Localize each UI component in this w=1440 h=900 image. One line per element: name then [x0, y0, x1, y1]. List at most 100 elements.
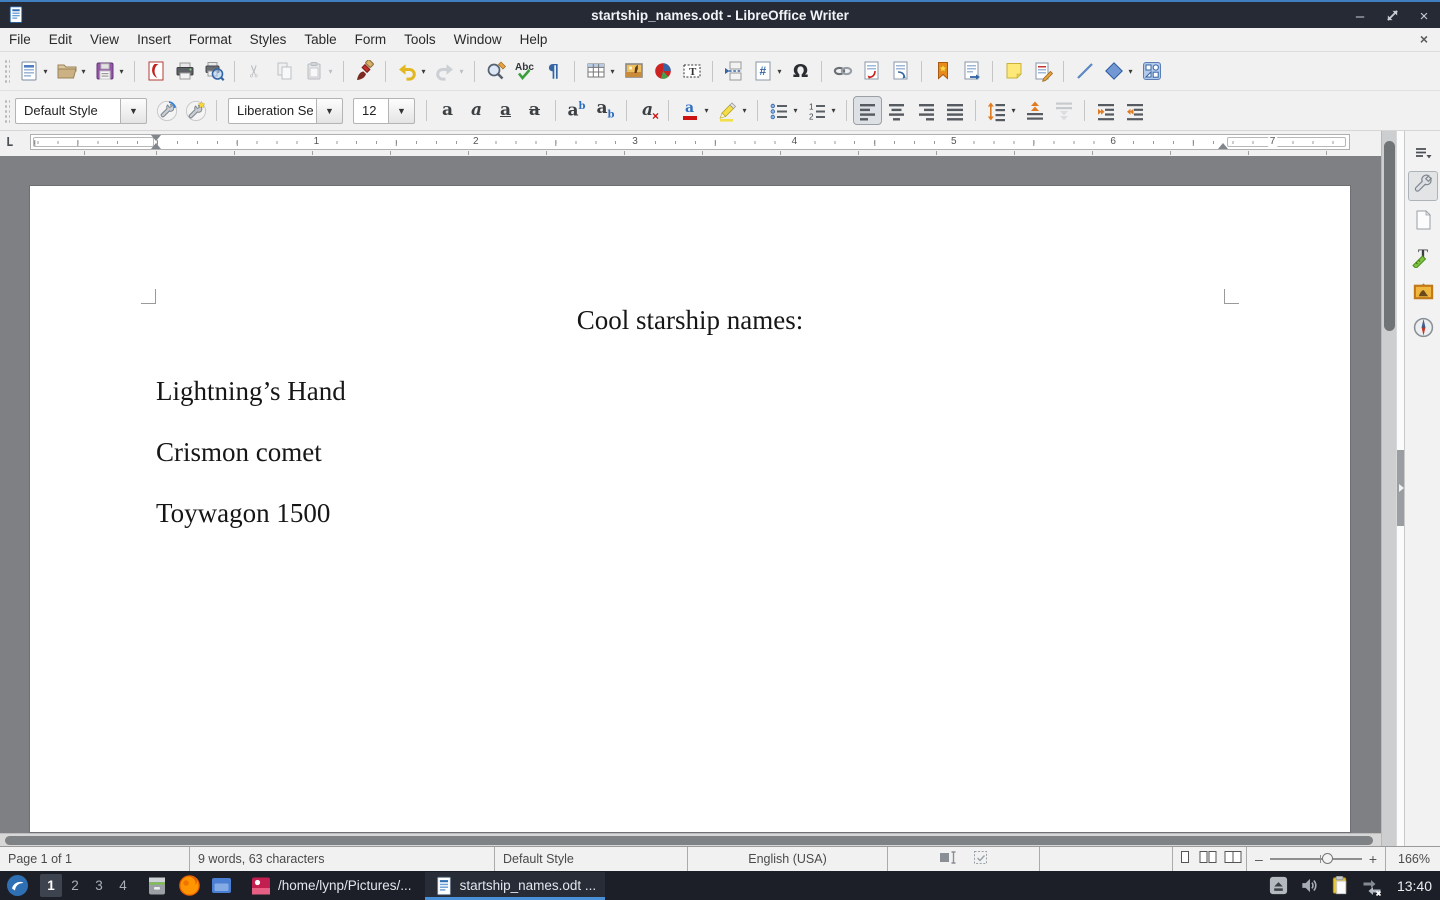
- menu-item-edit[interactable]: Edit: [40, 28, 81, 51]
- applications-menu-icon[interactable]: [4, 874, 30, 898]
- insert-textbox-button[interactable]: T: [678, 58, 705, 85]
- left-indent-marker[interactable]: [151, 143, 161, 149]
- cut-button[interactable]: ✂: [242, 58, 269, 85]
- zoom-slider-handle[interactable]: [1322, 853, 1333, 864]
- clock[interactable]: 13:40: [1397, 878, 1432, 894]
- basic-shapes-button[interactable]: ▾: [1100, 58, 1136, 85]
- ordered-list-button[interactable]: 12▾: [803, 97, 839, 124]
- copy-button[interactable]: [271, 58, 298, 85]
- tab-stop-selector[interactable]: L: [6, 135, 13, 149]
- zoom-slider[interactable]: [1270, 858, 1362, 860]
- right-indent-marker[interactable]: [1218, 143, 1228, 149]
- horizontal-scrollbar[interactable]: [0, 833, 1381, 846]
- subscript-button[interactable]: ab: [592, 97, 619, 124]
- menu-item-window[interactable]: Window: [445, 28, 511, 51]
- chevron-down-icon[interactable]: ▼: [316, 98, 343, 124]
- highlight-color-button[interactable]: ▾: [714, 97, 750, 124]
- export-pdf-button[interactable]: [142, 58, 169, 85]
- toolbar-grip[interactable]: [3, 58, 10, 84]
- paste-button[interactable]: ▾: [300, 58, 336, 85]
- document-heading[interactable]: Cool starship names:: [156, 304, 1224, 337]
- minimize-icon[interactable]: –: [1352, 9, 1368, 25]
- bookmark-button[interactable]: [929, 58, 956, 85]
- page-number-status[interactable]: Page 1 of 1: [0, 847, 190, 871]
- document-content[interactable]: Cool starship names: Lightning’s Hand Cri…: [156, 304, 1224, 558]
- print-preview-button[interactable]: [200, 58, 227, 85]
- insert-table-button[interactable]: ▾: [582, 58, 618, 85]
- sidebar-tab-gallery[interactable]: [1409, 280, 1437, 308]
- chevron-down-icon[interactable]: ▾: [117, 67, 126, 76]
- bold-button[interactable]: a: [434, 97, 461, 124]
- zoom-in-icon[interactable]: +: [1369, 851, 1377, 867]
- chevron-down-icon[interactable]: ▼: [120, 98, 147, 124]
- italic-button[interactable]: a: [463, 97, 490, 124]
- sidebar-tab-page[interactable]: [1409, 208, 1437, 236]
- horizontal-ruler[interactable]: 1234567: [30, 134, 1350, 150]
- save-button[interactable]: ▾: [91, 58, 127, 85]
- menu-item-file[interactable]: File: [0, 28, 40, 51]
- redo-button[interactable]: ▾: [431, 58, 467, 85]
- hyperlink-button[interactable]: [829, 58, 856, 85]
- menu-item-styles[interactable]: Styles: [241, 28, 296, 51]
- chevron-down-icon[interactable]: ▾: [326, 67, 335, 76]
- formatting-marks-button[interactable]: ¶: [540, 58, 567, 85]
- menu-item-help[interactable]: Help: [511, 28, 557, 51]
- paragraph-style-value[interactable]: Default Style: [15, 98, 120, 124]
- taskbar-window-button[interactable]: startship_names.odt ...: [425, 872, 606, 899]
- menu-item-insert[interactable]: Insert: [128, 28, 180, 51]
- chevron-down-icon[interactable]: ▾: [1009, 106, 1018, 115]
- align-right-button[interactable]: [912, 97, 939, 124]
- clone-formatting-button[interactable]: [351, 58, 378, 85]
- line-spacing-button[interactable]: ▾: [983, 97, 1019, 124]
- language-status[interactable]: English (USA): [688, 847, 888, 871]
- zoom-level[interactable]: 166%: [1386, 847, 1440, 871]
- chevron-down-icon[interactable]: ▾: [829, 106, 838, 115]
- chevron-down-icon[interactable]: ▾: [608, 67, 617, 76]
- insert-field-button[interactable]: #▾: [749, 58, 785, 85]
- font-name-combo[interactable]: Liberation Se▼: [228, 98, 343, 124]
- sidebar-tab-sidebar-settings[interactable]: [1409, 141, 1437, 169]
- page-break-button[interactable]: [720, 58, 747, 85]
- track-changes-button[interactable]: [1029, 58, 1056, 85]
- chevron-down-icon[interactable]: ▾: [740, 106, 749, 115]
- print-button[interactable]: [171, 58, 198, 85]
- sidebar-tab-navigator[interactable]: [1409, 316, 1437, 344]
- view-multi-icon[interactable]: [1198, 850, 1218, 868]
- chevron-down-icon[interactable]: ▾: [1126, 67, 1135, 76]
- font-size-value[interactable]: 12: [353, 98, 388, 124]
- close-document-icon[interactable]: ×: [1420, 31, 1428, 47]
- file-manager-icon[interactable]: [208, 874, 234, 898]
- new-style-button[interactable]: [182, 97, 209, 124]
- view-single-icon[interactable]: [1177, 850, 1193, 868]
- firefox-icon[interactable]: [176, 874, 202, 898]
- workspace-4[interactable]: 4: [112, 874, 134, 897]
- first-line-indent-marker[interactable]: [151, 135, 161, 141]
- vertical-scrollbar-thumb[interactable]: [1384, 141, 1395, 331]
- vertical-scrollbar[interactable]: [1381, 131, 1396, 846]
- insert-image-button[interactable]: [620, 58, 647, 85]
- taskbar-window-button[interactable]: /home/lynp/Pictures/...: [241, 872, 421, 899]
- workspace-1[interactable]: 1: [40, 874, 62, 897]
- workspace-3[interactable]: 3: [88, 874, 110, 897]
- workspace-2[interactable]: 2: [64, 874, 86, 897]
- clear-formatting-button[interactable]: a×: [634, 97, 661, 124]
- decrease-indent-button[interactable]: [1121, 97, 1148, 124]
- insert-chart-button[interactable]: [649, 58, 676, 85]
- decrease-paragraph-spacing-button[interactable]: [1050, 97, 1077, 124]
- view-book-icon[interactable]: [1223, 850, 1243, 868]
- underline-button[interactable]: a: [492, 97, 519, 124]
- chevron-down-icon[interactable]: ▾: [79, 67, 88, 76]
- document-page[interactable]: Cool starship names: Lightning’s Hand Cri…: [30, 186, 1350, 832]
- archive-manager-icon[interactable]: [144, 874, 170, 898]
- cross-reference-button[interactable]: [958, 58, 985, 85]
- chevron-down-icon[interactable]: ▾: [419, 67, 428, 76]
- restore-icon[interactable]: [1384, 9, 1400, 26]
- document-paragraph[interactable]: Lightning’s Hand: [156, 375, 1224, 408]
- align-center-button[interactable]: [883, 97, 910, 124]
- menu-item-tools[interactable]: Tools: [395, 28, 445, 51]
- new-document-button[interactable]: ▾: [15, 58, 51, 85]
- align-left-button[interactable]: [854, 97, 881, 124]
- document-paragraph[interactable]: Crismon comet: [156, 436, 1224, 469]
- clipboard-manager-tray-icon[interactable]: [1330, 875, 1351, 896]
- align-justify-button[interactable]: [941, 97, 968, 124]
